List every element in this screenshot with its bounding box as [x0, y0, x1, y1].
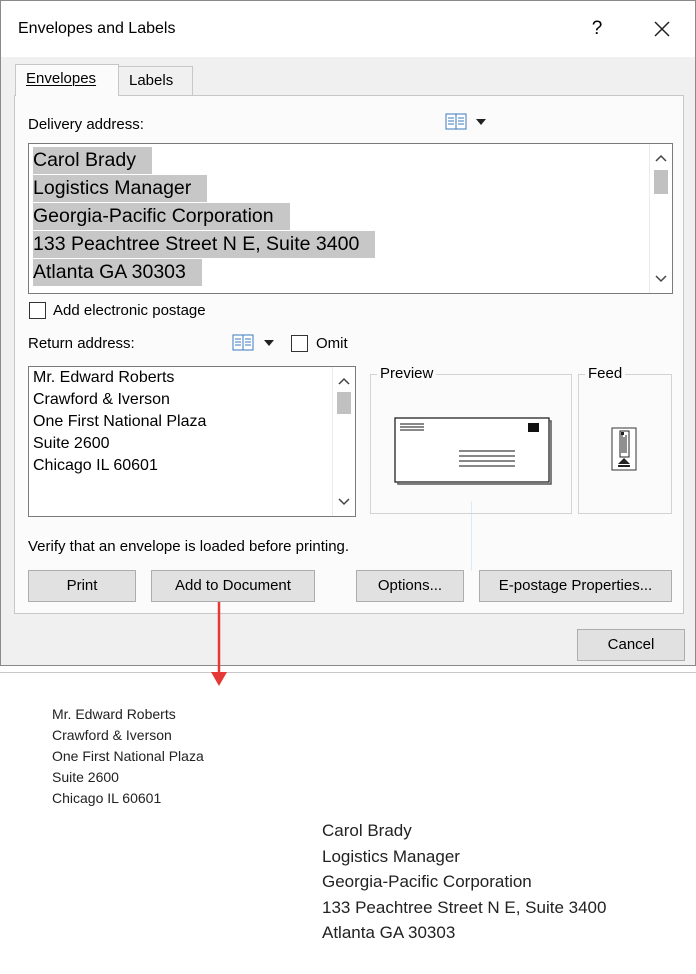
return-address-line: Crawford & Iverson: [33, 391, 170, 408]
return-address-textbox[interactable]: Mr. Edward Roberts Crawford & Iverson On…: [28, 366, 356, 517]
feed-group: Feed: [578, 365, 672, 514]
document-return-line: One First National Plaza: [52, 748, 204, 764]
delivery-address-line: Atlanta GA 30303: [33, 259, 202, 286]
cancel-button[interactable]: Cancel: [577, 629, 685, 661]
feed-title: Feed: [585, 365, 626, 382]
scroll-up-icon[interactable]: [650, 148, 672, 168]
address-book-icon: [445, 113, 486, 130]
title-bar: Envelopes and Labels ?: [1, 1, 695, 57]
document-top-border: [0, 672, 696, 673]
envelopes-and-labels-dialog: Envelopes and Labels ? Envelopes Labels …: [0, 0, 696, 666]
document-return-line: Mr. Edward Roberts: [52, 706, 176, 722]
document-return-line: Crawford & Iverson: [52, 727, 172, 743]
document-return-line: Suite 2600: [52, 769, 119, 785]
tab-envelopes[interactable]: Envelopes: [15, 64, 119, 96]
feed-icon: [611, 427, 637, 471]
return-scrollbar[interactable]: [332, 367, 355, 516]
omit-label: Omit: [316, 335, 348, 352]
scroll-up-icon[interactable]: [333, 371, 355, 391]
add-to-document-button[interactable]: Add to Document: [151, 570, 315, 602]
status-text: Verify that an envelope is loaded before…: [28, 538, 350, 555]
print-button[interactable]: Print: [28, 570, 136, 602]
return-address-book-button[interactable]: [232, 334, 276, 357]
e-postage-properties-button[interactable]: E-postage Properties...: [479, 570, 672, 602]
document-delivery-line: Carol Brady: [322, 821, 412, 840]
preview-group: Preview: [370, 365, 572, 514]
close-icon: [654, 21, 670, 37]
close-button[interactable]: [649, 15, 675, 43]
scroll-thumb[interactable]: [337, 392, 351, 414]
return-address-line: Suite 2600: [33, 435, 110, 452]
document-delivery-line: 133 Peachtree Street N E, Suite 3400: [322, 898, 607, 917]
return-address-label: Return address:: [28, 335, 135, 352]
delivery-address-textbox[interactable]: Carol Brady Logistics Manager Georgia-Pa…: [28, 143, 673, 294]
document-delivery-line: Georgia-Pacific Corporation: [322, 872, 532, 891]
add-electronic-postage-label: Add electronic postage: [53, 302, 206, 319]
preview-title: Preview: [377, 365, 437, 382]
tab-envelopes-label: Envelopes: [26, 70, 97, 87]
delivery-address-book-button[interactable]: [445, 113, 487, 136]
dialog-title: Envelopes and Labels: [18, 20, 176, 37]
document-return-line: Chicago IL 60601: [52, 790, 162, 806]
delivery-address-label: Delivery address:: [28, 116, 144, 133]
omit-checkbox[interactable]: [291, 335, 308, 352]
delivery-address-line: 133 Peachtree Street N E, Suite 3400: [33, 231, 376, 258]
tab-labels-label: Labels: [129, 72, 174, 89]
delivery-address-line: Georgia-Pacific Corporation: [33, 203, 290, 230]
scroll-down-icon[interactable]: [333, 492, 355, 512]
envelope-preview[interactable]: [392, 415, 552, 490]
delivery-scrollbar[interactable]: [649, 144, 672, 293]
document-delivery-line: Logistics Manager: [322, 847, 460, 866]
callout-arrow-icon: [211, 602, 227, 686]
scroll-thumb[interactable]: [654, 170, 668, 194]
options-button[interactable]: Options...: [356, 570, 464, 602]
delivery-address-line: Carol Brady: [33, 147, 152, 174]
document-delivery-line: Atlanta GA 30303: [322, 923, 456, 942]
address-book-icon: [232, 334, 274, 351]
tab-labels[interactable]: Labels: [119, 66, 193, 96]
add-electronic-postage-checkbox[interactable]: [29, 302, 46, 319]
delivery-address-line: Logistics Manager: [33, 175, 208, 202]
return-address-line: One First National Plaza: [33, 413, 207, 430]
help-button[interactable]: ?: [584, 15, 610, 43]
return-address-line: Chicago IL 60601: [33, 457, 158, 474]
feed-preview[interactable]: [608, 427, 642, 480]
return-address-line: Mr. Edward Roberts: [33, 369, 175, 386]
scroll-down-icon[interactable]: [650, 269, 672, 289]
envelope-preview-icon: [394, 417, 552, 485]
document-area: Mr. Edward Roberts Crawford & Iverson On…: [0, 666, 696, 974]
